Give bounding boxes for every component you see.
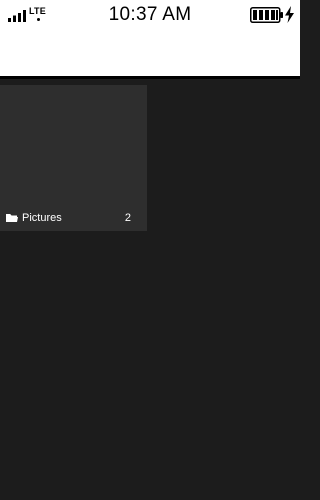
album-item-count: 2 [124, 212, 131, 224]
album-tile-footer: Pictures 2 [0, 207, 147, 231]
battery-icon [250, 7, 283, 23]
charging-bolt-icon [285, 6, 294, 23]
folder-icon [6, 214, 18, 222]
album-tile-pictures[interactable]: Pictures 2 [0, 85, 147, 231]
status-bar: LTE 10:37 AM [0, 0, 300, 76]
header-divider [0, 76, 300, 79]
album-name: Pictures [22, 212, 62, 224]
